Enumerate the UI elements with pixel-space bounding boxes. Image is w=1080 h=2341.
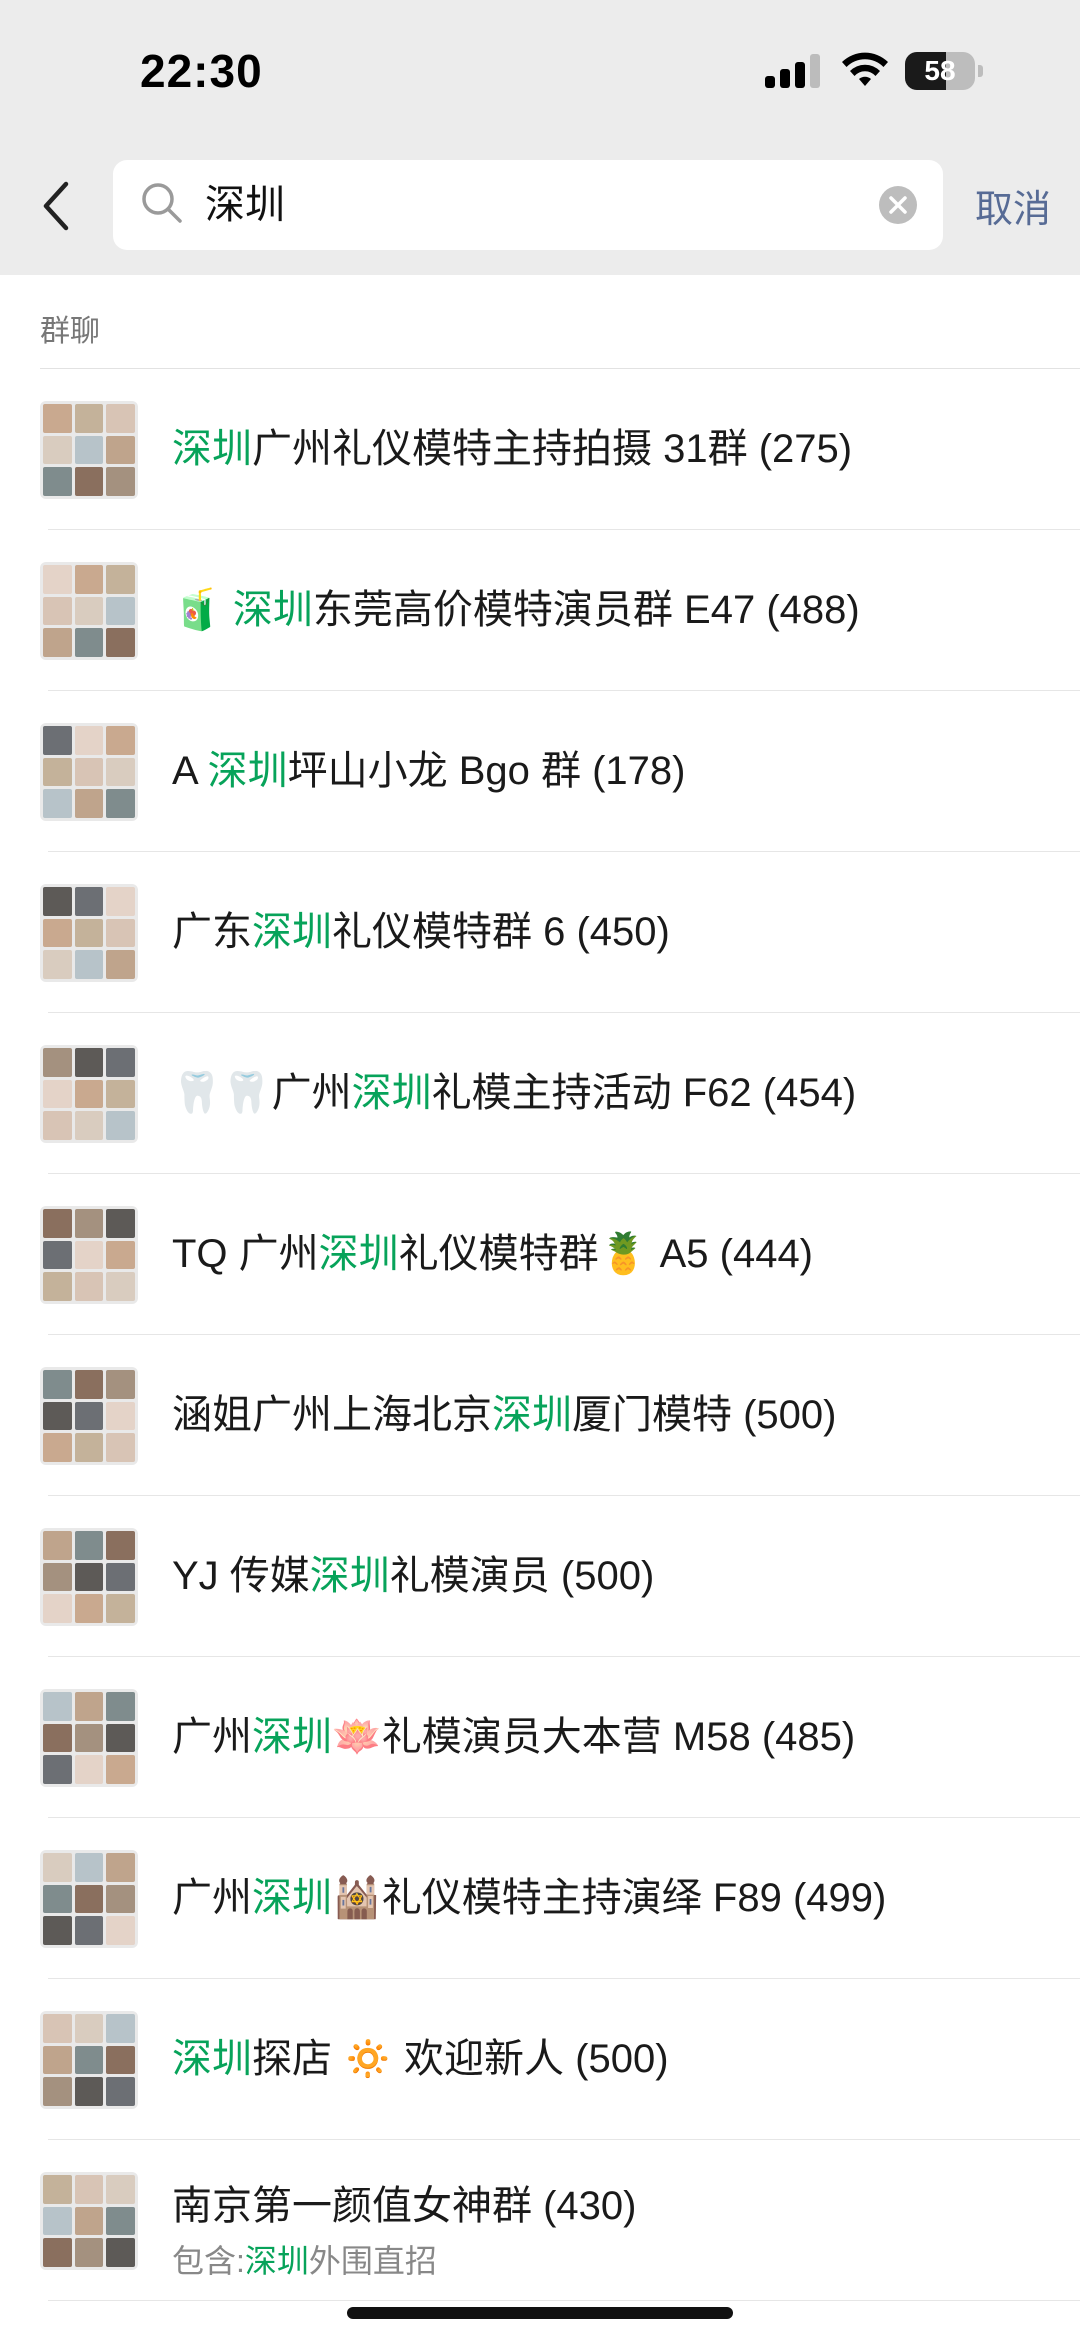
search-match-highlight: 深圳 [318, 1232, 399, 1276]
battery-percent: 58 [924, 55, 956, 86]
group-name-suffix: 🪷礼模演员大本营 M58 (485) [332, 1715, 856, 1759]
cancel-button[interactable]: 取消 [975, 178, 1051, 233]
wifi-icon [842, 52, 888, 86]
group-name-suffix: 坪山小龙 Bgo 群 (178) [287, 749, 686, 793]
group-name: A 深圳坪山小龙 Bgo 群 (178) [172, 691, 685, 852]
group-name: 广州深圳🪷礼模演员大本营 M58 (485) [172, 1657, 855, 1818]
matched-member-line: 包含:深圳外围直招 [172, 2236, 437, 2282]
group-name-prefix: YJ 传媒 [172, 1554, 310, 1598]
result-list: 深圳广州礼仪模特主持拍摄 31群 (275) 🧃 深圳东莞高价模特演员群 E47 … [0, 369, 1080, 2301]
group-name: 广州深圳🕍礼仪模特主持演绎 F89 (499) [172, 1818, 886, 1979]
group-name: 广东深圳礼仪模特群 6 (450) [172, 852, 670, 1013]
result-item[interactable]: 广东深圳礼仪模特群 6 (450) [0, 852, 1080, 1013]
status-bar: 22:30 58 [0, 0, 1080, 150]
group-name: 深圳探店 🔅 欢迎新人 (500) [172, 1979, 669, 2140]
group-name-suffix: 礼仪模特群🍍 A5 (444) [398, 1232, 814, 1276]
group-name-suffix: 🕍礼仪模特主持演绎 F89 (499) [332, 1876, 887, 1920]
group-name-prefix: 涵姐广州上海北京 [172, 1393, 492, 1437]
result-item[interactable]: 广州深圳🪷礼模演员大本营 M58 (485) [0, 1657, 1080, 1818]
result-item[interactable]: TQ 广州深圳礼仪模特群🍍 A5 (444) [0, 1174, 1080, 1335]
result-item[interactable]: 🦷🦷广州深圳礼模主持活动 F62 (454) [0, 1013, 1080, 1174]
group-name: 🧃 深圳东莞高价模特演员群 E47 (488) [172, 530, 860, 691]
status-time: 22:30 [140, 45, 263, 97]
search-match-highlight: 深圳 [351, 1071, 432, 1115]
search-match-highlight: 深圳 [232, 588, 313, 632]
group-avatar [40, 401, 138, 499]
group-name-prefix: 南京第一颜值女神群 (430) [172, 2184, 637, 2228]
search-match-highlight: 深圳 [172, 2037, 252, 2081]
result-item[interactable]: 🧃 深圳东莞高价模特演员群 E47 (488) [0, 530, 1080, 691]
group-name-suffix: 探店 🔅 欢迎新人 (500) [252, 2037, 669, 2081]
clear-search-icon[interactable] [879, 186, 917, 224]
group-name-suffix: 礼模主持活动 F62 (454) [431, 1071, 857, 1115]
group-avatar [40, 1850, 138, 1948]
group-name-suffix: 厦门模特 (500) [572, 1393, 837, 1437]
group-name: 涵姐广州上海北京深圳厦门模特 (500) [172, 1335, 837, 1496]
search-bar[interactable] [113, 160, 943, 250]
group-name-suffix: 礼模演员 (500) [389, 1554, 655, 1598]
cellular-signal-icon [765, 54, 821, 88]
group-name: 🦷🦷广州深圳礼模主持活动 F62 (454) [172, 1013, 856, 1174]
matched-member-text: 外围直招 [308, 2243, 437, 2279]
group-name-suffix: 广州礼仪模特主持拍摄 31群 (275) [252, 427, 853, 471]
result-item[interactable]: 广州深圳🕍礼仪模特主持演绎 F89 (499) [0, 1818, 1080, 1979]
group-name: TQ 广州深圳礼仪模特群🍍 A5 (444) [172, 1174, 813, 1335]
home-indicator [347, 2307, 733, 2319]
group-avatar [40, 723, 138, 821]
search-match-highlight: 深圳 [492, 1393, 572, 1437]
search-icon [142, 183, 182, 223]
group-name-prefix: TQ 广州 [172, 1232, 319, 1276]
group-avatar [40, 1367, 138, 1465]
group-avatar [40, 884, 138, 982]
group-name: YJ 传媒深圳礼模演员 (500) [172, 1496, 654, 1657]
result-item[interactable]: 南京第一颜值女神群 (430) 包含:深圳外围直招 [0, 2140, 1080, 2301]
group-avatar [40, 2172, 138, 2270]
search-match-highlight: 深圳 [252, 1715, 332, 1759]
group-name-prefix: A [172, 749, 208, 793]
group-name-prefix: 🦷🦷广州 [172, 1071, 352, 1115]
search-match-highlight: 深圳 [207, 749, 288, 793]
section-header-group-chats: 群聊 [40, 315, 100, 348]
result-item[interactable]: A 深圳坪山小龙 Bgo 群 (178) [0, 691, 1080, 852]
search-input[interactable] [205, 160, 845, 250]
group-name-suffix: 东莞高价模特演员群 E47 (488) [312, 588, 860, 632]
search-match-highlight: 深圳 [244, 2243, 309, 2279]
back-chevron-icon[interactable] [34, 176, 84, 236]
divider [48, 2300, 1080, 2301]
group-avatar [40, 1689, 138, 1787]
result-item[interactable]: 涵姐广州上海北京深圳厦门模特 (500) [0, 1335, 1080, 1496]
group-name-prefix: 广东 [172, 910, 252, 954]
group-name: 南京第一颜值女神群 (430) [172, 2180, 637, 2232]
result-item[interactable]: 深圳广州礼仪模特主持拍摄 31群 (275) [0, 369, 1080, 530]
matched-member-text: 包含: [172, 2243, 245, 2279]
group-name: 深圳广州礼仪模特主持拍摄 31群 (275) [172, 369, 852, 530]
group-avatar [40, 2011, 138, 2109]
group-name-prefix: 🧃 [172, 588, 233, 632]
search-match-highlight: 深圳 [252, 1876, 332, 1920]
group-avatar [40, 562, 138, 660]
result-item[interactable]: YJ 传媒深圳礼模演员 (500) [0, 1496, 1080, 1657]
group-name-prefix: 广州 [172, 1715, 252, 1759]
group-avatar [40, 1045, 138, 1143]
group-name-prefix: 广州 [172, 1876, 252, 1920]
result-item[interactable]: 深圳探店 🔅 欢迎新人 (500) [0, 1979, 1080, 2140]
search-match-highlight: 深圳 [309, 1554, 390, 1598]
search-match-highlight: 深圳 [252, 910, 332, 954]
group-avatar [40, 1528, 138, 1626]
group-avatar [40, 1206, 138, 1304]
battery-icon: 58 [905, 52, 983, 92]
search-match-highlight: 深圳 [172, 427, 252, 471]
group-name-suffix: 礼仪模特群 6 (450) [332, 910, 670, 954]
